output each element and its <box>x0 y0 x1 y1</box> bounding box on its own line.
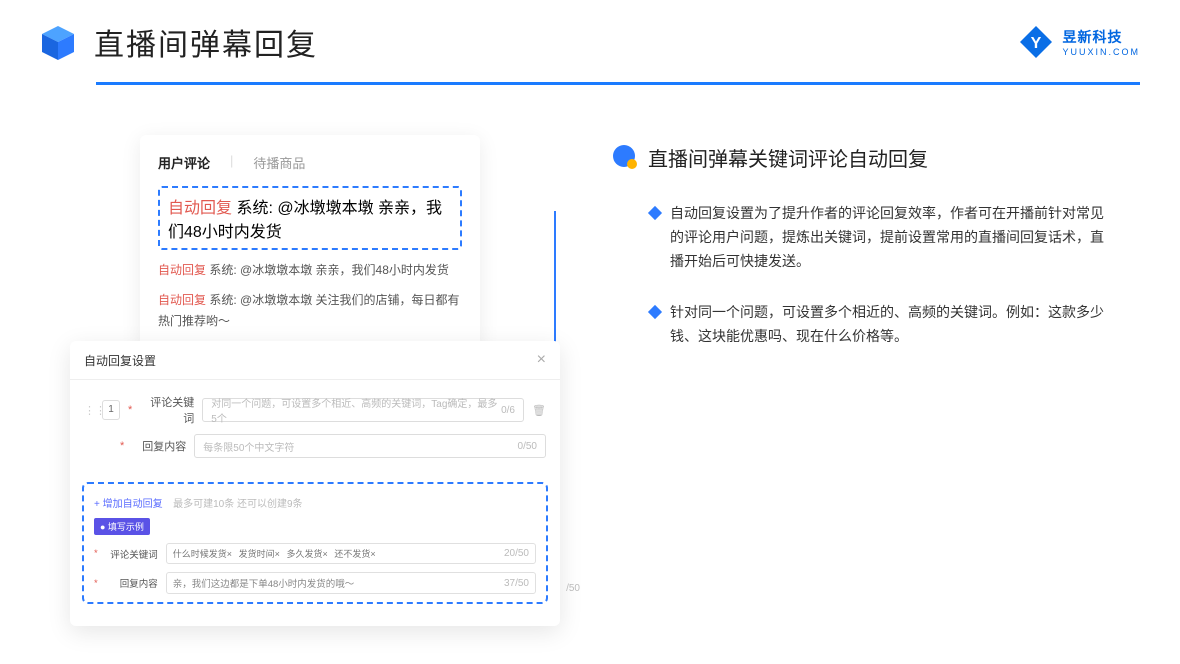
comment-row: 自动回复 系统: @冰墩墩本墩 关注我们的店铺，每日都有热门推荐哟～ <box>158 290 462 331</box>
close-icon[interactable]: × <box>537 351 546 369</box>
keyword-placeholder: 对同一个问题，可设置多个相近、高频的关键词，Tag确定，最多5个 <box>211 395 501 425</box>
add-row: + 增加自动回复 最多可建10条 还可以创建9条 <box>94 494 536 512</box>
tab-divider: | <box>230 153 233 172</box>
keyword-label: 评论关键词 <box>140 394 194 426</box>
diamond-bullet-icon <box>648 305 662 319</box>
keyword-row: ⋮⋮ 1 * 评论关键词 对同一个问题，可设置多个相近、高频的关键词，Tag确定… <box>84 394 546 426</box>
header: 直播间弹幕回复 Y 昱新科技 YUUXIN.COM <box>0 0 1180 74</box>
add-hint: 最多可建10条 还可以创建9条 <box>173 499 302 510</box>
comment-list: 自动回复 系统: @冰墩墩本墩 亲亲，我们48小时内发货 自动回复 系统: @冰… <box>158 186 462 331</box>
chat-bubble-icon <box>610 144 638 172</box>
tag-chip: 多久发货× <box>287 549 328 559</box>
tag-chip: 发货时间× <box>239 549 280 559</box>
brand-name: 昱新科技 <box>1062 27 1140 47</box>
content-row: * 回复内容 每条限50个中文字符 0/50 <box>84 434 546 458</box>
bullet-item: 自动回复设置为了提升作者的评论回复效率，作者可在开播前针对常见的评论用户问题，提… <box>610 202 1140 273</box>
bullet-item: 针对同一个问题，可设置多个相近的、高频的关键词。例如：这款多少钱、这块能优惠吗、… <box>610 301 1140 349</box>
example-content-row: * 回复内容 亲，我们这边都是下单48小时内发货的哦～ 37/50 <box>94 572 536 594</box>
comment-card: 用户评论 | 待播商品 自动回复 系统: @冰墩墩本墩 亲亲，我们48小时内发货… <box>140 135 480 353</box>
content-placeholder: 每条限50个中文字符 <box>203 439 294 454</box>
auto-reply-tag: 自动回复 <box>158 293 206 307</box>
example-keyword-label: 评论关键词 <box>106 547 158 561</box>
section-title: 直播间弹幕关键词评论自动回复 <box>648 143 928 172</box>
trash-icon[interactable]: 🗑 <box>532 404 546 417</box>
content-label: 回复内容 <box>132 438 186 454</box>
header-left: 直播间弹幕回复 <box>38 20 318 64</box>
brand-icon: Y <box>1018 24 1054 60</box>
main: 用户评论 | 待播商品 自动回复 系统: @冰墩墩本墩 亲亲，我们48小时内发货… <box>0 85 1180 626</box>
example-content-label: 回复内容 <box>106 576 158 590</box>
left-column: 用户评论 | 待播商品 自动回复 系统: @冰墩墩本墩 亲亲，我们48小时内发货… <box>70 135 560 626</box>
example-block: + 增加自动回复 最多可建10条 还可以创建9条 ● 填写示例 * 评论关键词 … <box>82 482 548 604</box>
tab-user-comments[interactable]: 用户评论 <box>158 153 210 172</box>
required-star: * <box>128 404 132 416</box>
example-keyword-row: * 评论关键词 什么时候发货× 发货时间× 多久发货× 还不发货× 20/50 <box>94 543 536 564</box>
drag-handle-icon[interactable]: ⋮⋮ <box>84 404 94 417</box>
settings-dialog: 自动回复设置 × ⋮⋮ 1 * 评论关键词 对同一个问题，可设置多个相近、高频的… <box>70 341 560 626</box>
auto-reply-tag: 自动回复 <box>158 263 206 277</box>
page-title: 直播间弹幕回复 <box>94 20 318 64</box>
bullet-text: 自动回复设置为了提升作者的评论回复效率，作者可在开播前针对常见的评论用户问题，提… <box>670 202 1110 273</box>
add-auto-reply-link[interactable]: + 增加自动回复 <box>94 499 163 510</box>
svg-text:Y: Y <box>1031 35 1042 52</box>
section-head: 直播间弹幕关键词评论自动回复 <box>610 143 1140 172</box>
cube-icon <box>38 22 78 62</box>
diamond-bullet-icon <box>648 206 662 220</box>
comment-text: 系统: @冰墩墩本墩 亲亲，我们48小时内发货 <box>209 263 449 277</box>
required-star: * <box>94 548 98 559</box>
dialog-titlebar: 自动回复设置 × <box>70 341 560 380</box>
comment-row-highlighted: 自动回复 系统: @冰墩墩本墩 亲亲，我们48小时内发货 <box>158 186 462 250</box>
bullet-text: 针对同一个问题，可设置多个相近的、高频的关键词。例如：这款多少钱、这块能优惠吗、… <box>670 301 1110 349</box>
example-content-counter: 37/50 <box>504 578 529 589</box>
content-counter: 0/50 <box>518 441 537 452</box>
brand: Y 昱新科技 YUUXIN.COM <box>1018 24 1140 60</box>
example-tags: 什么时候发货× 发货时间× 多久发货× 还不发货× <box>173 547 380 560</box>
auto-reply-tag: 自动回复 <box>168 200 232 217</box>
keyword-counter: 0/6 <box>501 405 515 416</box>
dialog-title: 自动回复设置 <box>84 352 156 369</box>
brand-url: YUUXIN.COM <box>1062 47 1140 57</box>
sequence-box: 1 <box>102 400 120 420</box>
right-column: 直播间弹幕关键词评论自动回复 自动回复设置为了提升作者的评论回复效率，作者可在开… <box>590 135 1140 626</box>
dialog-body: ⋮⋮ 1 * 评论关键词 对同一个问题，可设置多个相近、高频的关键词，Tag确定… <box>70 380 560 472</box>
required-star: * <box>94 578 98 589</box>
example-content-input[interactable]: 亲，我们这边都是下单48小时内发货的哦～ 37/50 <box>166 572 536 594</box>
example-keyword-counter: 20/50 <box>504 548 529 559</box>
tab-pending-products[interactable]: 待播商品 <box>253 153 305 172</box>
tag-chip: 什么时候发货× <box>173 549 232 559</box>
outside-counter: /50 <box>566 583 580 594</box>
comment-row: 自动回复 系统: @冰墩墩本墩 亲亲，我们48小时内发货 <box>158 260 462 280</box>
example-content-value: 亲，我们这边都是下单48小时内发货的哦～ <box>173 576 355 590</box>
content-input[interactable]: 每条限50个中文字符 0/50 <box>194 434 546 458</box>
example-keyword-input[interactable]: 什么时候发货× 发货时间× 多久发货× 还不发货× 20/50 <box>166 543 536 564</box>
required-star: * <box>120 440 124 452</box>
brand-text: 昱新科技 YUUXIN.COM <box>1062 27 1140 57</box>
tag-chip: 还不发货× <box>334 549 375 559</box>
keyword-input[interactable]: 对同一个问题，可设置多个相近、高频的关键词，Tag确定，最多5个 0/6 <box>202 398 524 422</box>
example-badge: ● 填写示例 <box>94 518 150 535</box>
comment-tabs: 用户评论 | 待播商品 <box>158 153 462 172</box>
